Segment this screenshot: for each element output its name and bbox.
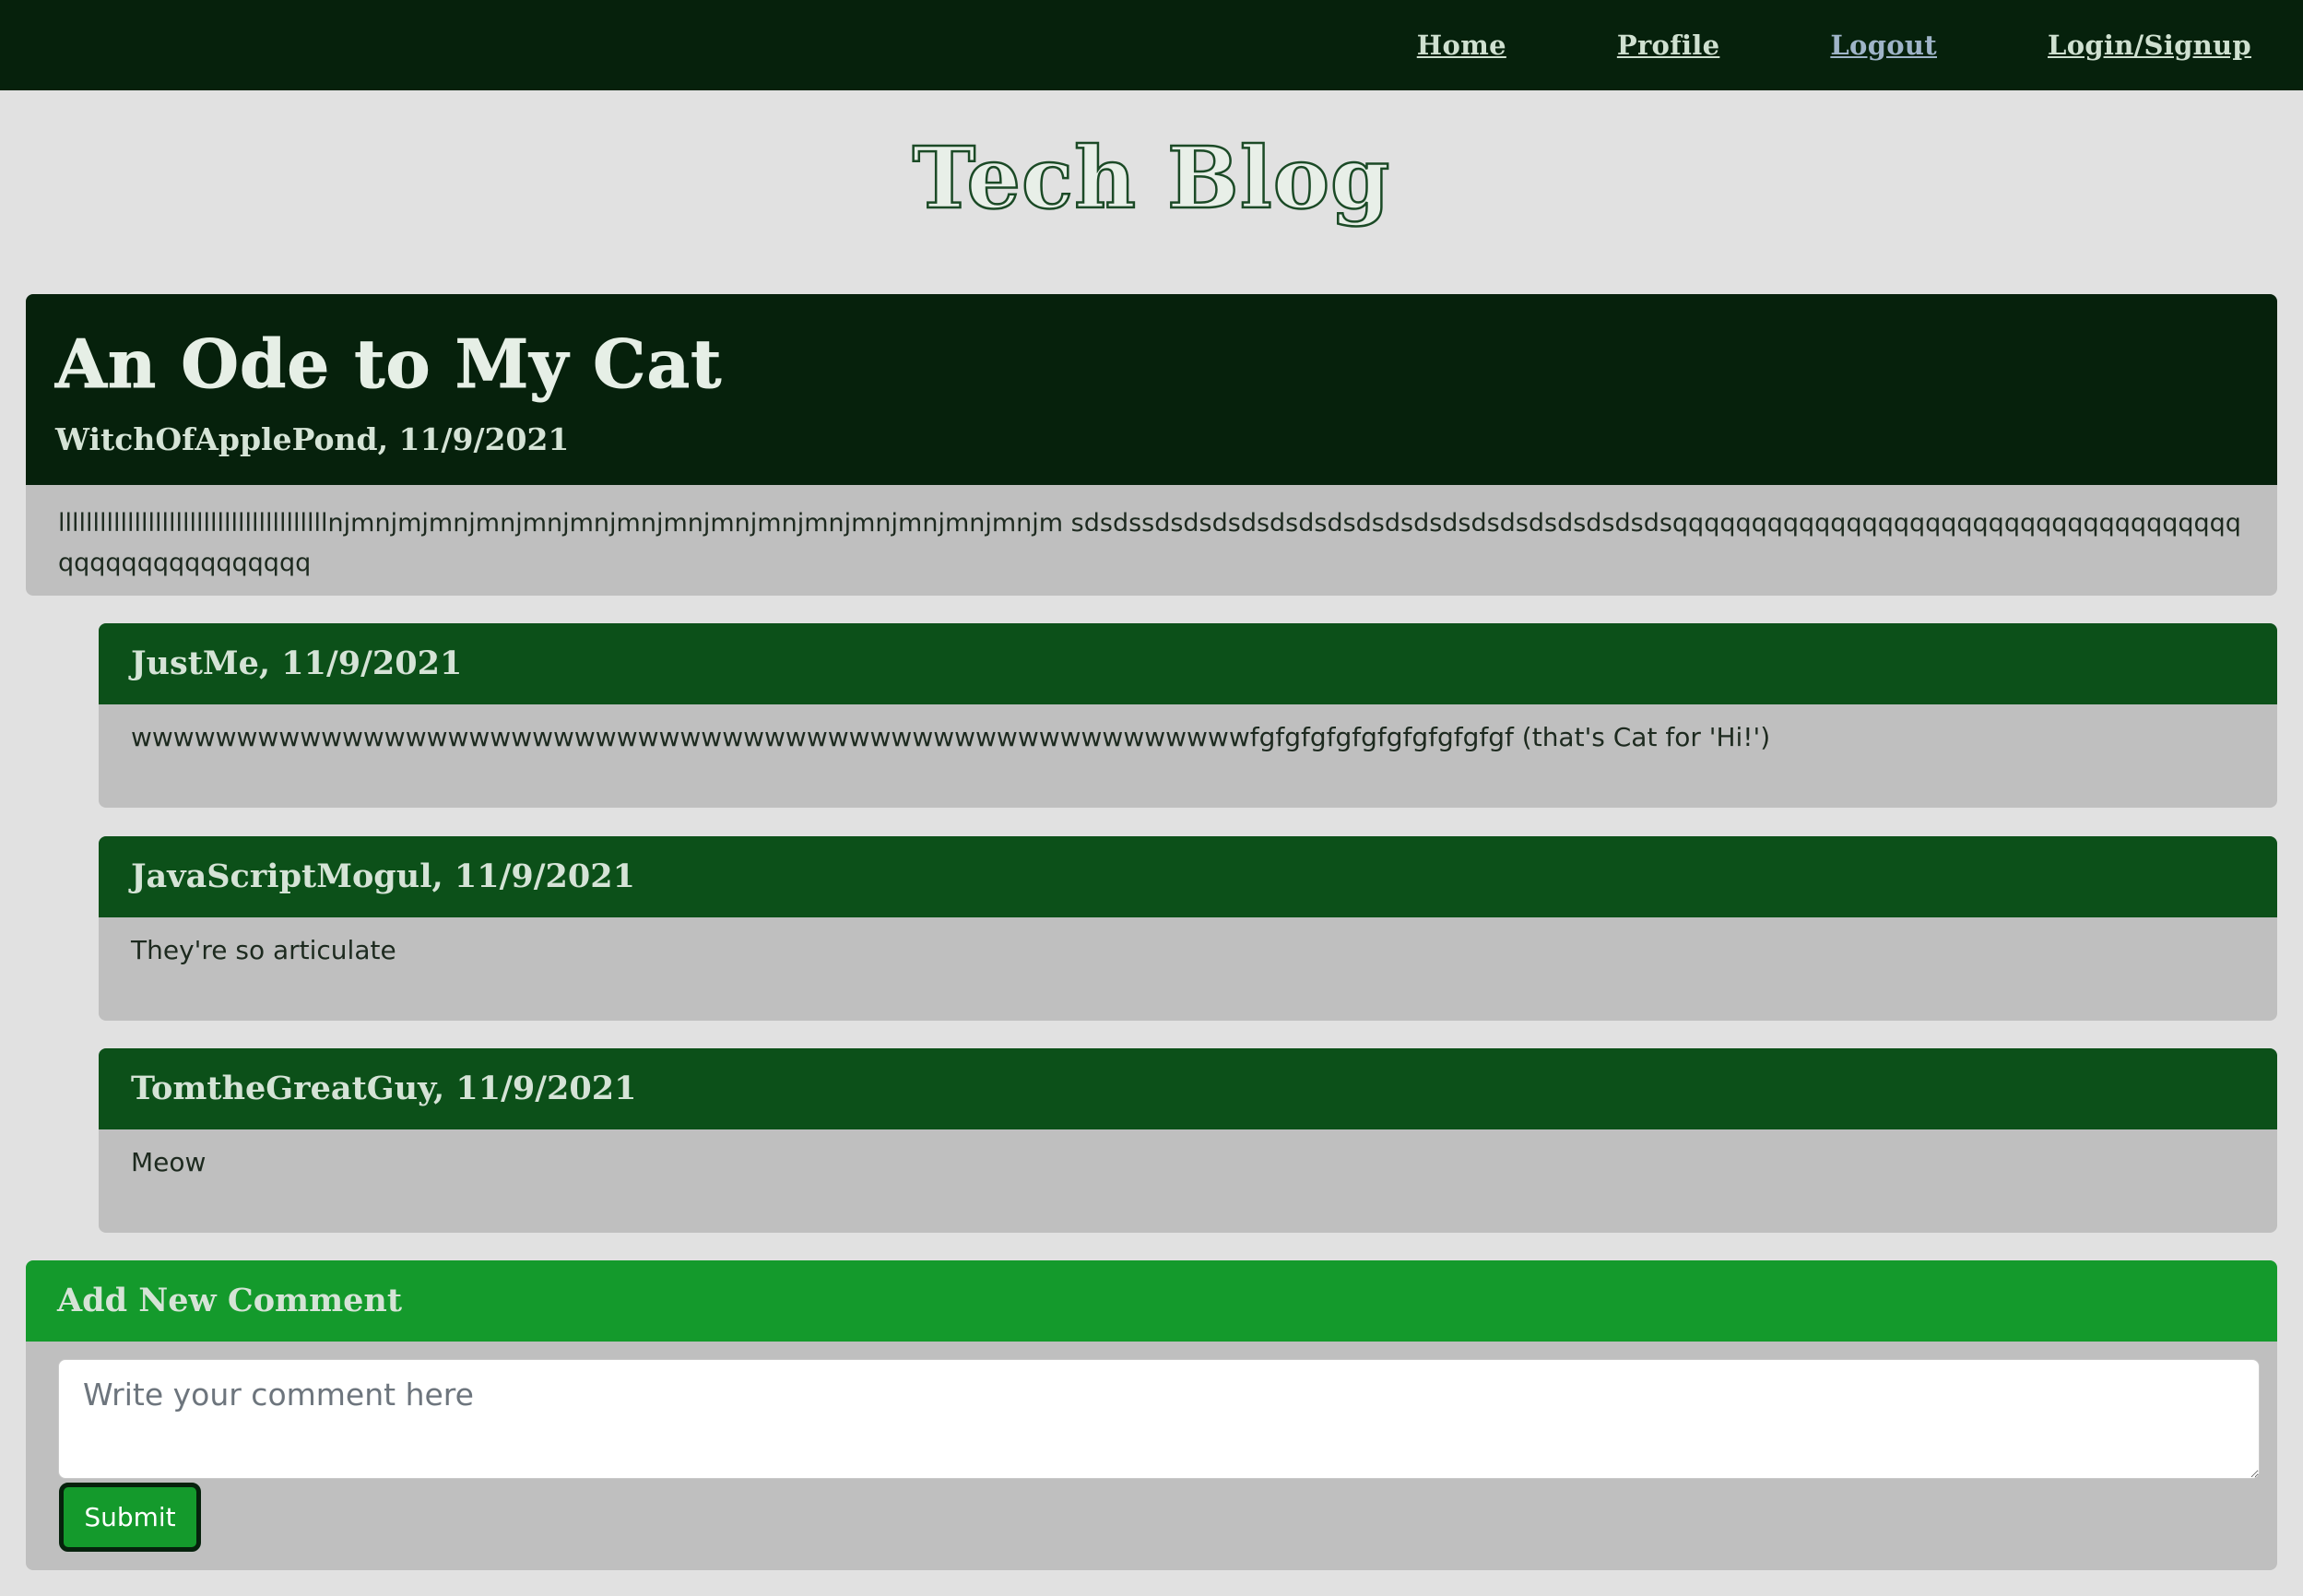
nav-link-profile[interactable]: Profile <box>1617 30 1720 61</box>
comment-body: wwwwwwwwwwwwwwwwwwwwwwwwwwwwwwwwwwwwwwww… <box>131 722 1771 752</box>
submit-button[interactable]: Submit <box>59 1483 201 1552</box>
post-author-date: WitchOfApplePond, 11/9/2021 <box>55 421 570 457</box>
top-navbar: Home Profile Logout Login/Signup <box>0 0 2303 90</box>
post-card: An Ode to My Cat WitchOfApplePond, 11/9/… <box>26 294 2277 596</box>
comment-textarea[interactable] <box>58 1359 2260 1479</box>
site-title: Tech Blog <box>911 127 1391 230</box>
add-comment-card: Add New Comment Submit <box>26 1260 2277 1570</box>
comment-card: TomtheGreatGuy, 11/9/2021 Meow <box>99 1048 2277 1233</box>
nav-link-login-signup[interactable]: Login/Signup <box>2048 30 2251 61</box>
post-header: An Ode to My Cat WitchOfApplePond, 11/9/… <box>26 294 2277 485</box>
post-body: llllllllllllllllllllllllllllllllllllllln… <box>58 509 2241 577</box>
comment-author-date: TomtheGreatGuy, 11/9/2021 <box>99 1048 2277 1129</box>
comment-body: They're so articulate <box>131 935 396 965</box>
nav-link-home[interactable]: Home <box>1417 30 1506 61</box>
comment-card: JavaScriptMogul, 11/9/2021 They're so ar… <box>99 836 2277 1021</box>
comment-card: JustMe, 11/9/2021 wwwwwwwwwwwwwwwwwwwwww… <box>99 623 2277 808</box>
comment-author-date: JustMe, 11/9/2021 <box>99 623 2277 704</box>
post-title: An Ode to My Cat <box>55 325 723 403</box>
add-comment-heading: Add New Comment <box>26 1260 2277 1342</box>
nav-link-logout[interactable]: Logout <box>1830 30 1937 61</box>
comment-body: Meow <box>131 1147 207 1177</box>
comment-author-date: JavaScriptMogul, 11/9/2021 <box>99 836 2277 917</box>
